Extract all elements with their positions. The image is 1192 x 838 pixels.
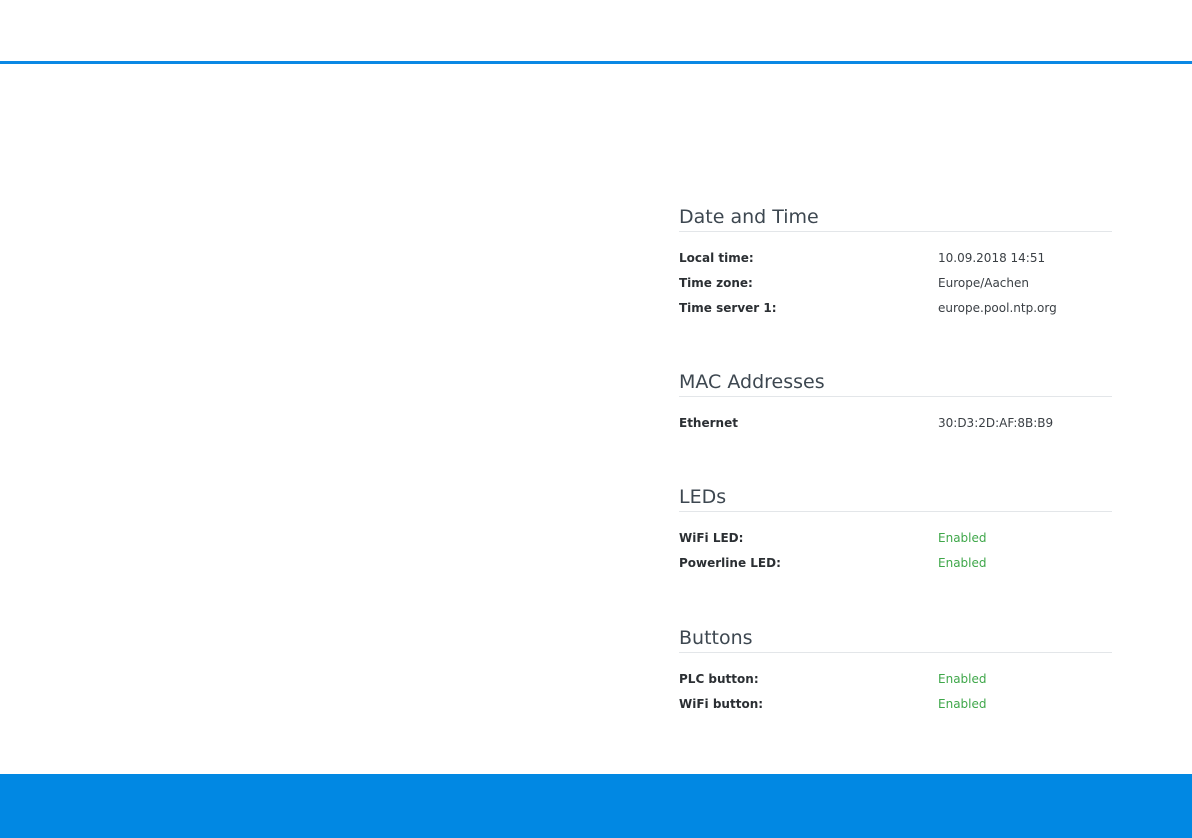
- ethernet-label: Ethernet: [679, 416, 738, 430]
- wifi-button-status: Enabled: [938, 697, 987, 711]
- section-title-buttons: Buttons: [679, 624, 1112, 653]
- header-divider: [0, 61, 1192, 64]
- app-window: Date and Time Local time: 10.09.2018 14:…: [0, 0, 1192, 838]
- mac-rows: Ethernet 30:D3:2D:AF:8B:B9: [679, 411, 1112, 436]
- powerline-led-status: Enabled: [938, 556, 987, 570]
- time-server-label: Time server 1:: [679, 301, 777, 315]
- date-time-rows: Local time: 10.09.2018 14:51 Time zone: …: [679, 246, 1112, 321]
- button-rows: PLC button: Enabled WiFi button: Enabled: [679, 667, 1112, 717]
- row-ethernet-mac: Ethernet 30:D3:2D:AF:8B:B9: [679, 411, 1112, 436]
- wifi-led-label: WiFi LED:: [679, 531, 744, 545]
- time-server-value: europe.pool.ntp.org: [938, 301, 1057, 315]
- local-time-label: Local time:: [679, 251, 754, 265]
- footer-bar: [0, 774, 1192, 838]
- plc-button-label: PLC button:: [679, 672, 759, 686]
- section-mac-addresses: MAC Addresses Ethernet 30:D3:2D:AF:8B:B9: [679, 368, 1112, 436]
- led-rows: WiFi LED: Enabled Powerline LED: Enabled: [679, 526, 1112, 576]
- powerline-led-label: Powerline LED:: [679, 556, 781, 570]
- time-zone-label: Time zone:: [679, 276, 753, 290]
- section-title-mac-addresses: MAC Addresses: [679, 368, 1112, 397]
- row-wifi-led: WiFi LED: Enabled: [679, 526, 1112, 551]
- wifi-button-label: WiFi button:: [679, 697, 764, 711]
- section-buttons: Buttons PLC button: Enabled WiFi button:…: [679, 624, 1112, 717]
- ethernet-mac-value: 30:D3:2D:AF:8B:B9: [938, 416, 1054, 430]
- row-plc-button: PLC button: Enabled: [679, 667, 1112, 692]
- row-wifi-button: WiFi button: Enabled: [679, 692, 1112, 717]
- section-leds: LEDs WiFi LED: Enabled Powerline LED: En…: [679, 483, 1112, 576]
- local-time-value: 10.09.2018 14:51: [938, 251, 1046, 265]
- section-date-time: Date and Time Local time: 10.09.2018 14:…: [679, 203, 1112, 321]
- section-title-leds: LEDs: [679, 483, 1112, 512]
- time-zone-value: Europe/Aachen: [938, 276, 1029, 290]
- row-powerline-led: Powerline LED: Enabled: [679, 551, 1112, 576]
- row-local-time: Local time: 10.09.2018 14:51: [679, 246, 1112, 271]
- row-time-zone: Time zone: Europe/Aachen: [679, 271, 1112, 296]
- row-time-server: Time server 1: europe.pool.ntp.org: [679, 296, 1112, 321]
- wifi-led-status: Enabled: [938, 531, 987, 545]
- section-title-date-time: Date and Time: [679, 203, 1112, 232]
- plc-button-status: Enabled: [938, 672, 987, 686]
